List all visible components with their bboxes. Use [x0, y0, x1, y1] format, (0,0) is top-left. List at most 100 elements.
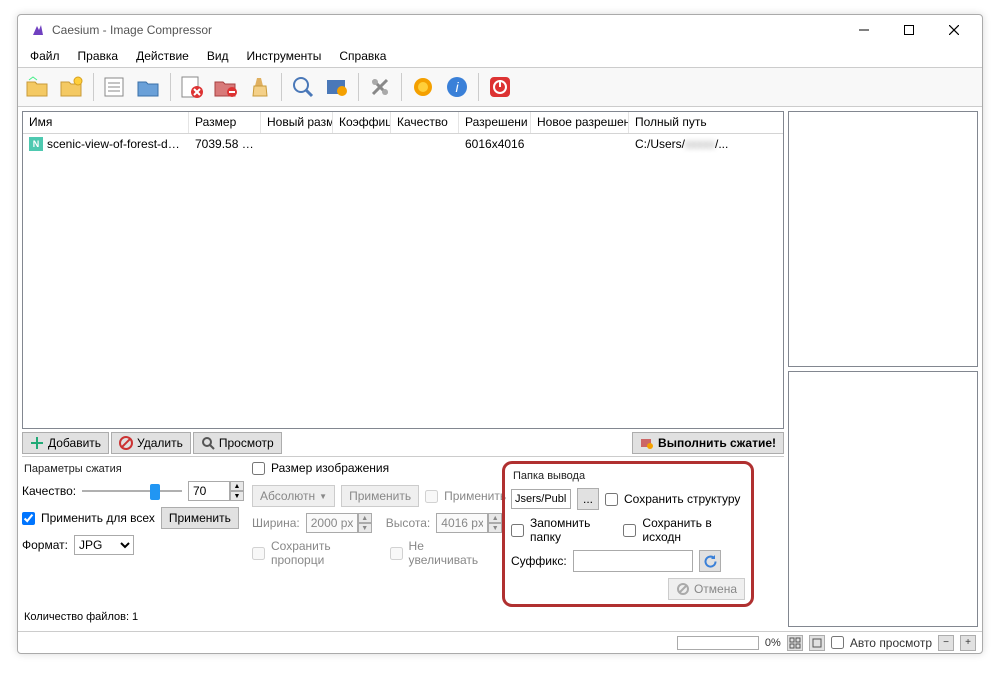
add-button[interactable]: Добавить — [22, 432, 109, 454]
compress-button[interactable]: Выполнить сжатие! — [632, 432, 784, 454]
save-source-label: Сохранить в исходн — [642, 516, 745, 544]
quality-spinbox[interactable]: ▲▼ — [188, 481, 244, 501]
format-label: Формат: — [22, 538, 68, 552]
save-source-checkbox[interactable] — [623, 524, 636, 537]
apply-dims-checkbox[interactable] — [425, 490, 438, 503]
cell-size: 7039.58 Kb — [189, 135, 261, 153]
col-newsize[interactable]: Новый разм — [261, 112, 333, 133]
progress-percent: 0% — [765, 637, 781, 649]
keep-ratio-checkbox[interactable] — [252, 547, 265, 560]
suffix-input[interactable] — [573, 550, 693, 572]
keep-structure-checkbox[interactable] — [605, 493, 618, 506]
col-newres[interactable]: Новое разрешен — [531, 112, 629, 133]
output-panel: Папка вывода ... Сохранить структуру Зап… — [502, 461, 754, 607]
remove-folder-icon[interactable] — [210, 71, 242, 103]
cancel-button[interactable]: Отмена — [668, 578, 745, 600]
open-file-icon[interactable] — [22, 71, 54, 103]
maximize-button[interactable] — [886, 16, 931, 44]
suffix-label: Суффикс: — [511, 554, 567, 568]
progress-bar — [677, 636, 759, 650]
height-label: Высота: — [386, 516, 431, 530]
spin-down-icon[interactable]: ▼ — [230, 491, 244, 501]
table-header: Имя Размер Новый разм Коэффици Качество … — [23, 112, 783, 134]
remove-button[interactable]: Удалить — [111, 432, 191, 454]
app-icon — [30, 22, 46, 38]
cell-name: scenic-view-of-forest-du... — [47, 137, 184, 151]
output-path-input[interactable] — [511, 489, 571, 509]
window-title: Caesium - Image Compressor — [52, 23, 841, 37]
height-spinbox[interactable]: ▲▼ — [436, 513, 502, 533]
app-window: Caesium - Image Compressor Файл Правка Д… — [17, 14, 983, 654]
preview-button[interactable]: Просмотр — [193, 432, 282, 454]
reset-suffix-button[interactable] — [699, 550, 721, 572]
compress-icon[interactable] — [321, 71, 353, 103]
website-icon[interactable] — [407, 71, 439, 103]
menubar: Файл Правка Действие Вид Инструменты Спр… — [18, 45, 982, 67]
menu-view[interactable]: Вид — [199, 47, 237, 65]
auto-preview-label: Авто просмотр — [850, 636, 932, 650]
dimensions-panel: Размер изображения Абсолютн ▼ Применить … — [252, 461, 494, 607]
actual-size-icon[interactable] — [809, 635, 825, 651]
zoom-icon[interactable] — [287, 71, 319, 103]
remember-folder-label: Запомнить папку — [530, 516, 617, 544]
format-select[interactable]: JPG — [74, 535, 134, 555]
menu-file[interactable]: Файл — [22, 47, 68, 65]
apply-quality-button[interactable]: Применить — [161, 507, 239, 529]
quality-label: Качество: — [22, 484, 76, 498]
zoom-in-icon[interactable]: + — [960, 635, 976, 651]
panel-title: Параметры сжатия — [22, 461, 244, 481]
settings-icon[interactable] — [364, 71, 396, 103]
table-row[interactable]: Nscenic-view-of-forest-du... 7039.58 Kb … — [23, 134, 783, 154]
close-button[interactable] — [931, 16, 976, 44]
list-actions: Добавить Удалить Просмотр Выполнить сжат… — [22, 429, 784, 457]
absolute-button[interactable]: Абсолютн ▼ — [252, 485, 335, 507]
no-enlarge-checkbox[interactable] — [390, 547, 403, 560]
remember-folder-checkbox[interactable] — [511, 524, 524, 537]
col-ratio[interactable]: Коэффици — [333, 112, 391, 133]
menu-edit[interactable]: Правка — [70, 47, 127, 65]
col-quality[interactable]: Качество — [391, 112, 459, 133]
browse-button[interactable]: ... — [577, 488, 599, 510]
open-folder-icon[interactable] — [56, 71, 88, 103]
width-spinbox[interactable]: ▲▼ — [306, 513, 372, 533]
compression-panel: Параметры сжатия Качество: ▲▼ Применить … — [22, 461, 244, 607]
info-icon[interactable]: i — [441, 71, 473, 103]
apply-dims-button[interactable]: Применить — [341, 485, 419, 507]
remove-item-icon[interactable] — [176, 71, 208, 103]
cell-resolution: 6016x4016 — [459, 135, 531, 153]
zoom-out-icon[interactable]: − — [938, 635, 954, 651]
col-size[interactable]: Размер — [189, 112, 261, 133]
minimize-button[interactable] — [841, 16, 886, 44]
list-icon[interactable] — [99, 71, 131, 103]
resize-checkbox[interactable] — [252, 462, 265, 475]
spin-up-icon[interactable]: ▲ — [230, 481, 244, 491]
file-type-icon: N — [29, 137, 43, 151]
no-enlarge-label: Не увеличивать — [409, 539, 494, 567]
apply-dims-label: Применить — [444, 489, 506, 503]
preview-compressed — [788, 371, 978, 627]
col-path[interactable]: Полный путь — [629, 112, 739, 133]
menu-help[interactable]: Справка — [331, 47, 394, 65]
statusbar: 0% Авто просмотр − + — [18, 631, 982, 653]
save-list-icon[interactable] — [133, 71, 165, 103]
titlebar: Caesium - Image Compressor — [18, 15, 982, 45]
panel-title: Размер изображения — [271, 461, 389, 475]
keep-ratio-label: Сохранить пропорци — [271, 539, 384, 567]
file-table[interactable]: Имя Размер Новый разм Коэффици Качество … — [22, 111, 784, 429]
keep-structure-label: Сохранить структуру — [624, 492, 740, 506]
menu-action[interactable]: Действие — [128, 47, 197, 65]
auto-preview-checkbox[interactable] — [831, 636, 844, 649]
col-resolution[interactable]: Разрешени — [459, 112, 531, 133]
clear-icon[interactable] — [244, 71, 276, 103]
cell-path: C:/Users/xxxxx/... — [629, 135, 739, 153]
file-count-label: Количество файлов: 1 — [22, 607, 784, 627]
quality-slider[interactable] — [82, 482, 182, 500]
toolbar: i — [18, 67, 982, 107]
width-label: Ширина: — [252, 516, 300, 530]
apply-all-checkbox[interactable] — [22, 512, 35, 525]
col-name[interactable]: Имя — [23, 112, 189, 133]
power-icon[interactable] — [484, 71, 516, 103]
fit-icon[interactable] — [787, 635, 803, 651]
preview-original — [788, 111, 978, 367]
menu-tools[interactable]: Инструменты — [239, 47, 330, 65]
